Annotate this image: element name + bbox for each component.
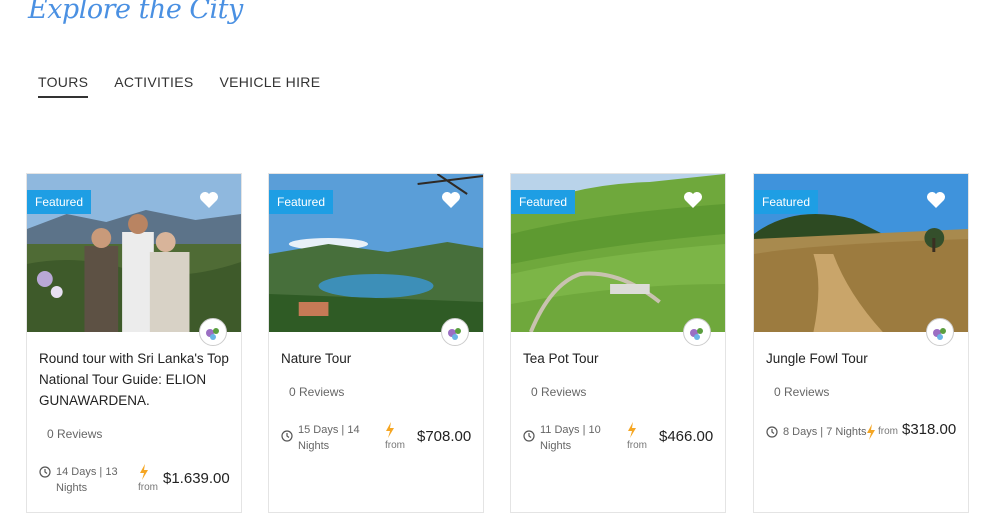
tour-meta: 15 Days | 14 Nights from $708.00 bbox=[281, 422, 473, 458]
featured-badge: Featured bbox=[754, 190, 819, 214]
bolt-icon bbox=[140, 464, 148, 480]
bolt-icon bbox=[628, 422, 636, 438]
price-from-label: from bbox=[138, 482, 158, 493]
tour-price: $1.639.00 bbox=[163, 470, 230, 487]
featured-badge: Featured bbox=[511, 190, 576, 214]
heart-icon[interactable] bbox=[926, 191, 946, 209]
tour-title[interactable]: Round tour with Sri Lanka's Top National… bbox=[39, 348, 234, 411]
heart-icon[interactable] bbox=[683, 191, 703, 209]
tour-image[interactable]: Featured bbox=[754, 174, 968, 332]
tour-title[interactable]: Nature Tour bbox=[281, 348, 476, 369]
avatar[interactable] bbox=[199, 318, 227, 346]
tour-duration: 11 Days | 10 Nights bbox=[540, 424, 601, 452]
tour-image[interactable]: Featured bbox=[269, 174, 483, 332]
bolt-icon bbox=[867, 424, 875, 440]
tour-card[interactable]: Featured Round tour with Sri Lanka's Top… bbox=[26, 173, 242, 513]
site-logo[interactable]: Explore the City bbox=[28, 0, 243, 25]
tour-price: $318.00 bbox=[902, 421, 957, 438]
tour-title[interactable]: Jungle Fowl Tour bbox=[766, 348, 961, 369]
featured-badge: Featured bbox=[27, 190, 92, 214]
tour-price: $708.00 bbox=[417, 428, 472, 445]
avatar[interactable] bbox=[683, 318, 711, 346]
tour-price: $466.00 bbox=[659, 428, 714, 445]
bolt-icon bbox=[386, 422, 394, 438]
heart-icon[interactable] bbox=[199, 191, 219, 209]
tour-image[interactable]: Featured bbox=[511, 174, 725, 332]
price-from-label: from bbox=[627, 440, 647, 451]
tour-card[interactable]: Featured Tea Pot Tour 0 Reviews 11 Days … bbox=[510, 173, 726, 513]
tour-card[interactable]: Featured Nature Tour 0 Reviews 15 Days |… bbox=[268, 173, 484, 513]
avatar[interactable] bbox=[441, 318, 469, 346]
tab-tours[interactable]: TOURS bbox=[38, 74, 89, 98]
tab-activities[interactable]: ACTIVITIES bbox=[114, 74, 193, 98]
heart-icon[interactable] bbox=[441, 191, 461, 209]
clock-icon bbox=[281, 430, 293, 442]
tour-category-tabs: TOURS ACTIVITIES VEHICLE HIRE bbox=[38, 74, 320, 98]
review-count[interactable]: 0 Reviews bbox=[531, 385, 586, 399]
tour-image[interactable]: Featured bbox=[27, 174, 241, 332]
tour-duration: 14 Days | 13 Nights bbox=[56, 466, 118, 494]
review-count[interactable]: 0 Reviews bbox=[774, 385, 829, 399]
tour-duration: 15 Days | 14 Nights bbox=[298, 424, 360, 452]
price-from-label: from bbox=[878, 426, 898, 437]
tour-card[interactable]: Featured Jungle Fowl Tour 0 Reviews 8 Da… bbox=[753, 173, 969, 513]
tab-vehicle-hire[interactable]: VEHICLE HIRE bbox=[219, 74, 320, 98]
tour-title[interactable]: Tea Pot Tour bbox=[523, 348, 718, 369]
price-from-label: from bbox=[385, 440, 405, 451]
review-count[interactable]: 0 Reviews bbox=[289, 385, 344, 399]
clock-icon bbox=[523, 430, 535, 442]
avatar[interactable] bbox=[926, 318, 954, 346]
review-count[interactable]: 0 Reviews bbox=[47, 427, 102, 441]
clock-icon bbox=[39, 466, 51, 478]
tour-meta: 11 Days | 10 Nights from $466.00 bbox=[523, 422, 715, 458]
tour-meta: 8 Days | 7 Nights from $318.00 bbox=[766, 421, 958, 460]
clock-icon bbox=[766, 426, 778, 438]
tour-meta: 14 Days | 13 Nights from $1.639.00 bbox=[39, 464, 231, 500]
featured-badge: Featured bbox=[269, 190, 334, 214]
